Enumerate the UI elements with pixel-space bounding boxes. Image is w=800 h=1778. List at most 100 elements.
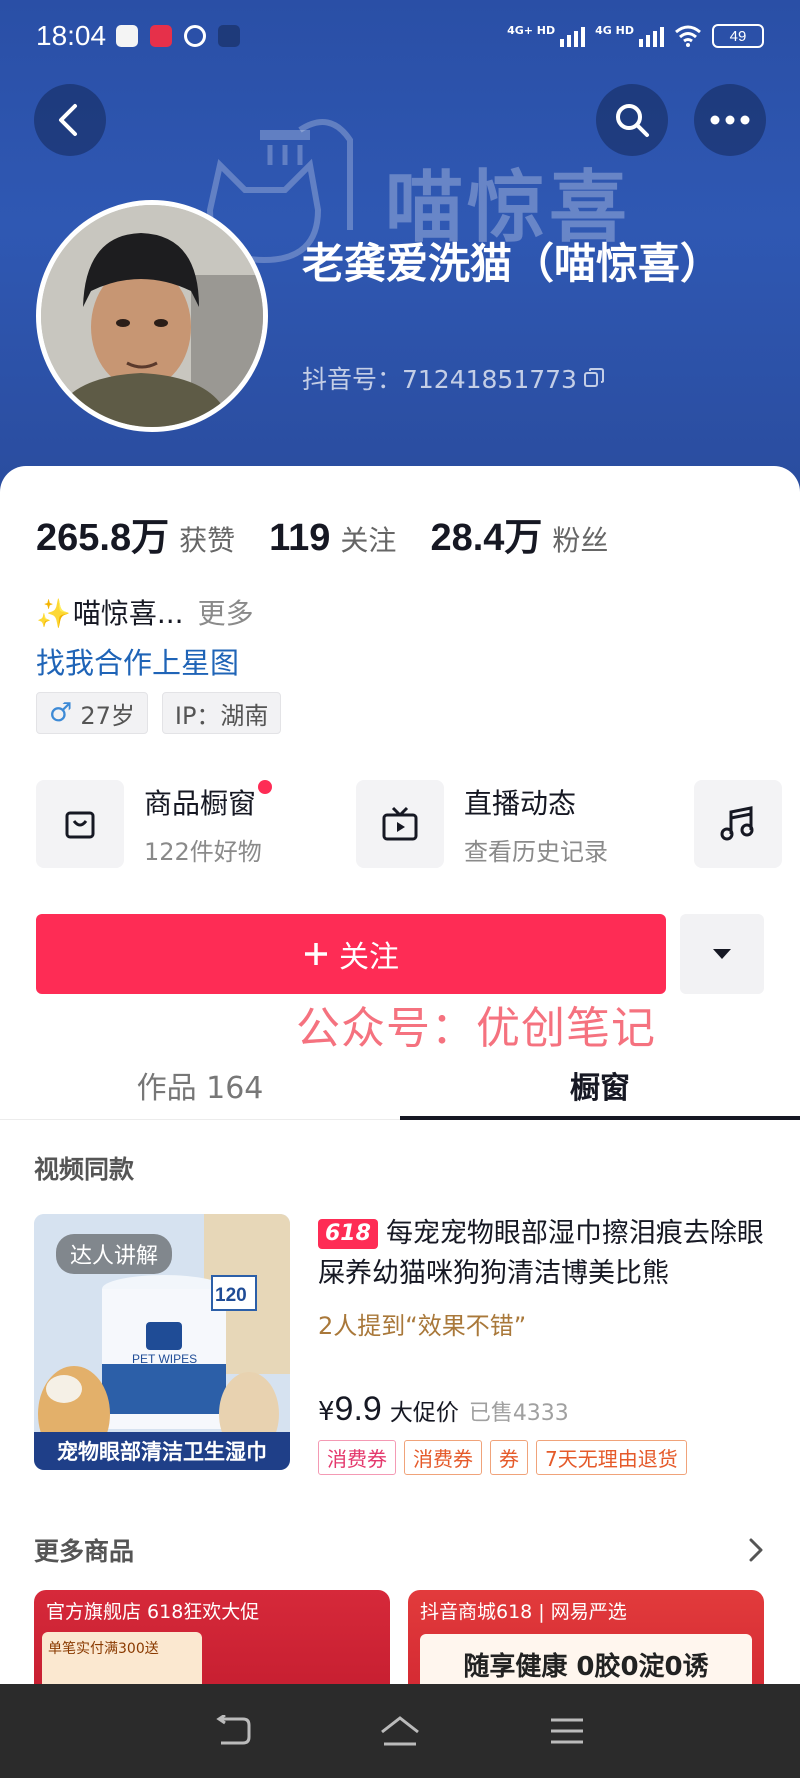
profile-nickname: 老龚爱洗猫（喵惊喜） [302, 239, 723, 288]
overlay-watermark: 公众号：优创笔记 [296, 1003, 656, 1054]
product-card[interactable]: 抖音商城618 | 网易严选 随享健康 0胶0淀0诱 [408, 1590, 764, 1690]
back-button[interactable] [34, 84, 106, 156]
product-count-label: 120 [215, 1285, 247, 1306]
stat-label: 关注 [340, 524, 397, 557]
tv-icon [356, 780, 444, 868]
profile-bio: ✨喵惊喜... 更多 [36, 592, 254, 632]
profile-content: 265.8万 获赞 119 关注 28.4万 粉丝 ✨喵惊喜... 更多 找我合作… [0, 466, 800, 1778]
card-promo-text: 随享健康 0胶0淀0诱 [420, 1634, 752, 1690]
plus-icon [305, 943, 327, 965]
price-row: ¥ 9.9 大促价 已售4333 [318, 1390, 569, 1429]
tab-showcase[interactable]: 橱窗 [400, 1050, 800, 1120]
card-header-text: 官方旗舰店 618狂欢大促 [46, 1600, 260, 1623]
product-info: 618 每宠宠物眼部湿巾擦泪痕去除眼屎养幼猫咪狗狗清洁博美比熊 2人提到“效果不错… [318, 1214, 788, 1475]
chevron-right-icon [749, 1538, 763, 1562]
profile-tabs: 作品 164 橱窗 [0, 1050, 800, 1120]
coupon-tags: 消费券 消费券 券 7天无理由退货 [318, 1440, 687, 1475]
bio-more-link[interactable]: 更多 [198, 597, 254, 630]
return-policy-tag: 7天无理由退货 [536, 1440, 687, 1475]
product-image-banner: 宠物眼部清洁卫生湿巾 [34, 1432, 290, 1470]
product-card[interactable]: 官方旗舰店 618狂欢大促 单笔实付满300送 [34, 1590, 390, 1690]
price-tag: 大促价 [389, 1400, 459, 1426]
product-price: 9.9 [334, 1390, 382, 1428]
ip-tag: IP：湖南 [161, 692, 282, 734]
douyin-id[interactable]: 抖音号：71241851773 [302, 360, 605, 396]
profile-header: 18:04 4G+ HD 4G HD 49 喵惊喜 老龚爱洗猫（喵惊喜） 抖音号… [0, 0, 800, 500]
notification-app-icon [150, 25, 172, 47]
wifi-icon [675, 25, 701, 47]
tab-works[interactable]: 作品 164 [0, 1050, 400, 1119]
feature-title: 商品橱窗 [144, 786, 257, 820]
stat-label: 粉丝 [552, 524, 609, 557]
stat-value: 119 [269, 517, 331, 559]
ip-text: IP：湖南 [174, 701, 269, 730]
stat-followers[interactable]: 28.4万 粉丝 [430, 506, 608, 561]
coupon-tag: 消费券 [404, 1440, 482, 1475]
status-time: 18:04 [36, 20, 107, 51]
search-button[interactable] [596, 84, 668, 156]
status-bar: 18:04 4G+ HD 4G HD 49 [0, 0, 800, 76]
facebook-icon [184, 25, 206, 47]
return-icon [216, 1715, 251, 1745]
stat-label: 获赞 [179, 524, 236, 557]
age-text: 27岁 [80, 701, 135, 730]
avatar[interactable] [36, 200, 268, 432]
battery-indicator: 49 [712, 24, 764, 48]
more-options-button[interactable] [694, 84, 766, 156]
more-products-title: 更多商品 [34, 1537, 135, 1566]
douyin-id-text: 抖音号：71241851773 [302, 365, 577, 394]
copy-icon[interactable] [583, 367, 605, 389]
video-same-section-title: 视频同款 [34, 1155, 135, 1184]
feature-showcase[interactable]: 商品橱窗 122件好物 [36, 779, 273, 868]
price-currency: ¥ [318, 1397, 335, 1427]
product-title: 618 每宠宠物眼部湿巾擦泪痕去除眼屎养幼猫咪狗狗清洁博美比熊 [318, 1214, 788, 1294]
feature-music[interactable] [694, 780, 782, 868]
promo-618-badge: 618 [318, 1219, 378, 1249]
more-products-row[interactable]: 更多商品 [34, 1532, 764, 1568]
caret-down-icon [713, 949, 731, 959]
recommend-dropdown-button[interactable] [680, 914, 764, 994]
menu-icon [550, 1718, 583, 1744]
feature-live[interactable]: 直播动态 查看历史记录 [356, 780, 608, 868]
music-note-icon [694, 780, 782, 868]
product-title-text: 每宠宠物眼部湿巾擦泪痕去除眼屎养幼猫咪狗狗清洁博美比熊 [318, 1218, 764, 1289]
notification-app-icon [218, 25, 240, 47]
card-header: 抖音商城618 | 网易严选 [408, 1590, 764, 1630]
nav-home-button[interactable] [370, 1701, 430, 1761]
stat-following[interactable]: 119 关注 [269, 517, 396, 560]
avatar-photo [41, 205, 263, 427]
home-icon [381, 1716, 419, 1746]
product-brand-label: PET WIPES [132, 1352, 198, 1366]
stat-likes[interactable]: 265.8万 获赞 [36, 506, 235, 561]
profile-tags: ♂ 27岁 IP：湖南 [36, 692, 282, 734]
feature-subtitle: 查看历史记录 [464, 837, 608, 866]
male-icon: ♂ [49, 698, 73, 728]
product-card[interactable]: 120 PET WIPES 达人讲解 宠物眼部清洁卫生湿巾 618 每宠宠物眼部湿… [34, 1214, 774, 1475]
follow-button[interactable]: 关注 [36, 914, 666, 994]
sparkles-icon: ✨ [36, 597, 71, 630]
card-header-text: 抖音商城618 | 网易严选 [420, 1600, 627, 1623]
age-tag: ♂ 27岁 [36, 692, 148, 734]
more-dots-icon [710, 115, 750, 125]
sold-count: 已售4333 [468, 1401, 569, 1426]
follow-label: 关注 [339, 940, 399, 975]
product-image: 120 PET WIPES 达人讲解 宠物眼部清洁卫生湿巾 [34, 1214, 290, 1470]
nav-back-button[interactable] [203, 1701, 263, 1761]
chevron-left-icon [59, 104, 77, 136]
coupon-tag: 消费券 [318, 1440, 396, 1475]
cell-signal-icon: 4G+ HD [507, 25, 586, 47]
notification-dot [258, 779, 273, 794]
cooperation-link[interactable]: 找我合作上星图 [36, 640, 239, 682]
bio-text: 喵惊喜... [72, 597, 184, 630]
stat-value: 265.8万 [36, 517, 170, 559]
coupon-tag: 券 [490, 1440, 528, 1475]
cell-signal-icon: 4G HD [595, 25, 664, 47]
expert-explain-badge: 达人讲解 [56, 1234, 173, 1274]
card-promo-text: 单笔实付满300送 [42, 1632, 202, 1690]
nav-menu-button[interactable] [537, 1701, 597, 1761]
stat-value: 28.4万 [430, 517, 543, 559]
profile-stats: 265.8万 获赞 119 关注 28.4万 粉丝 [36, 506, 642, 561]
shopping-bag-icon [36, 780, 124, 868]
product-mention: 2人提到“效果不错” [318, 1312, 527, 1340]
card-header: 官方旗舰店 618狂欢大促 [34, 1590, 390, 1630]
